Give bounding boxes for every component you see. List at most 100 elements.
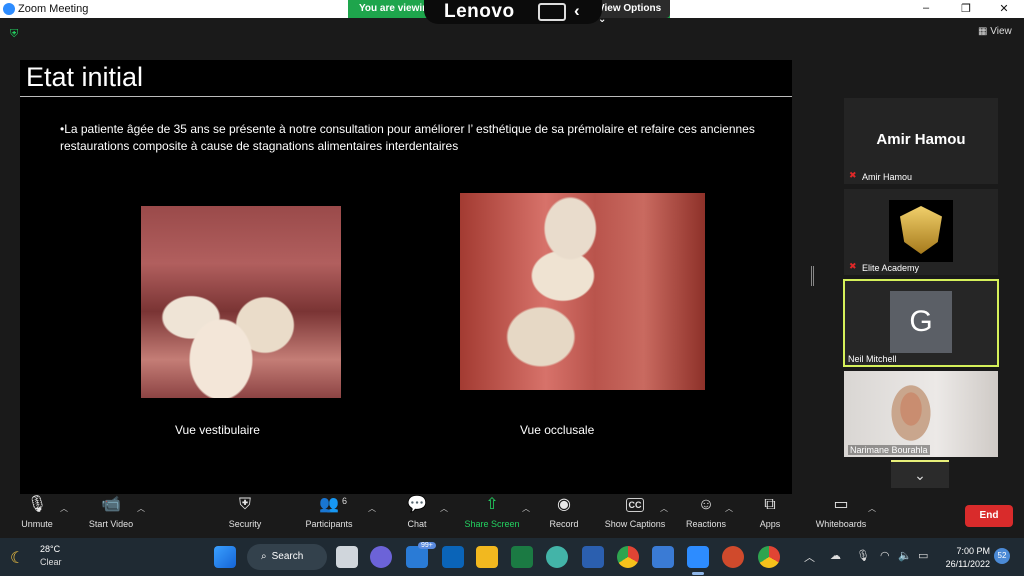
view-options-dropdown[interactable]: View Options ⌄ [596, 0, 670, 25]
chevron-up-icon[interactable]: ︿ [60, 503, 68, 514]
record-icon: ◉ [557, 496, 571, 513]
video-off-icon: 📹 [101, 496, 121, 513]
show-captions-label: Show Captions [604, 519, 666, 529]
chat-label: Chat [407, 519, 427, 529]
record-label: Record [549, 519, 579, 529]
apps-label: Apps [759, 519, 781, 529]
view-button[interactable]: ▦ View [978, 26, 1012, 37]
chevron-up-icon[interactable]: ︿ [660, 503, 668, 514]
share-screen-button[interactable]: ⇧ Share Screen [462, 494, 522, 529]
volume-icon[interactable]: 🔈 [898, 549, 912, 562]
weather-temperature: 28°C [40, 544, 61, 554]
participant-display-name: Amir Hamou [876, 131, 966, 148]
panel-resize-handle[interactable] [811, 266, 814, 286]
chevron-up-icon[interactable]: ︿ [725, 503, 733, 514]
screen-mode-icon[interactable] [538, 3, 566, 21]
chevron-up-icon[interactable]: ︿ [368, 503, 376, 514]
share-screen-label: Share Screen [464, 519, 520, 529]
end-meeting-button[interactable]: End [965, 505, 1013, 527]
chevron-up-icon[interactable]: ︿ [137, 503, 145, 514]
powerpoint-icon[interactable] [722, 546, 744, 568]
outlook-icon[interactable] [442, 546, 464, 568]
participant-tile-elite-academy[interactable]: ✖ Elite Academy [844, 189, 998, 275]
windows-taskbar: ☾ 28°C Clear ⌕ Search 99+ ︿ ☁ 🎙 ◠ 🔈 ▭ 7:0… [0, 538, 1024, 576]
chevron-up-icon[interactable]: ︿ [868, 503, 876, 514]
slide-bullet-text: •La patiente âgée de 35 ans se présente … [60, 122, 755, 153]
excel-icon[interactable] [511, 546, 533, 568]
chrome-profile-icon[interactable] [758, 546, 780, 568]
participant-tile-neil-mitchell[interactable]: G Neil Mitchell [843, 279, 999, 367]
chevron-up-icon[interactable]: ︿ [522, 503, 530, 514]
zoom-app-icon [3, 3, 15, 15]
mail-icon[interactable] [406, 546, 428, 568]
app-icon[interactable] [652, 546, 674, 568]
task-view-icon[interactable] [336, 546, 358, 568]
device-overlay-bar: Lenovo ‹ [424, 0, 602, 24]
security-button[interactable]: ⛨ Security [222, 494, 268, 529]
wifi-icon[interactable]: ◠ [880, 549, 890, 562]
mic-off-icon: 🎙 [26, 496, 48, 513]
reactions-button[interactable]: ☺ Reactions [682, 494, 730, 529]
unmute-button[interactable]: 🎙 Unmute [14, 494, 60, 529]
reactions-label: Reactions [685, 519, 727, 529]
teams-chat-icon[interactable] [370, 546, 392, 568]
cloud-icon[interactable]: ☁ [830, 549, 841, 562]
mic-muted-icon: ✖ [849, 170, 857, 180]
participant-name: Elite Academy [862, 263, 920, 273]
whiteboard-icon: ▭ [833, 496, 849, 513]
close-button[interactable]: ✕ [996, 2, 1012, 16]
back-icon[interactable]: ‹ [574, 1, 580, 21]
lenovo-logo: Lenovo [444, 1, 515, 22]
shared-screen-slide: Etat initial •La patiente âgée de 35 ans… [20, 60, 792, 494]
active-app-indicator [692, 572, 704, 575]
mic-muted-icon: ✖ [849, 261, 857, 271]
apps-icon: ⧉ [764, 496, 776, 513]
participant-tile-narimane-bourahla[interactable]: Narimane Bourahla [844, 371, 998, 457]
chevron-up-icon[interactable]: ︿ [440, 503, 448, 514]
security-shield-icon[interactable]: ⛨ [10, 28, 22, 40]
start-video-button[interactable]: 📹 Start Video [84, 494, 138, 529]
notification-badge[interactable]: 52 [994, 548, 1010, 564]
meeting-toolbar: 🎙 Unmute ︿ 📹 Start Video ︿ ⛨ Security 👥 … [0, 494, 1024, 538]
restore-button[interactable]: ❐ [958, 2, 974, 16]
mail-unread-badge: 99+ [418, 542, 436, 549]
record-button[interactable]: ◉ Record [545, 494, 583, 529]
unmute-label: Unmute [21, 519, 53, 529]
people-icon: 👥 [319, 496, 339, 513]
security-label: Security [228, 519, 262, 529]
chevron-down-icon[interactable]: ⌄ [891, 460, 949, 488]
chevron-up-icon[interactable]: ︿ [804, 549, 815, 565]
minimize-button[interactable]: – [918, 2, 934, 16]
participants-count: 6 [342, 496, 348, 506]
file-explorer-icon[interactable] [476, 546, 498, 568]
start-video-label: Start Video [88, 519, 134, 529]
microphone-icon[interactable]: 🎙 [856, 549, 870, 562]
whiteboards-label: Whiteboards [815, 519, 867, 529]
vestibular-view-photo [141, 206, 341, 398]
taskbar-search[interactable]: ⌕ Search [247, 544, 327, 570]
search-icon: ⌕ [261, 551, 267, 562]
caption-vestibular: Vue vestibulaire [175, 423, 260, 437]
moon-icon: ☾ [10, 550, 25, 567]
clock-date: 26/11/2022 [945, 559, 990, 569]
participant-tile-amir-hamou[interactable]: Amir Hamou ✖ Amir Hamou [844, 98, 998, 184]
windows-start-icon[interactable] [214, 546, 236, 568]
participant-name: Narimane Bourahla [848, 445, 930, 455]
captions-icon: CC [626, 498, 644, 512]
zoom-taskbar-icon[interactable] [687, 546, 709, 568]
shield-icon: ⛨ [238, 496, 251, 513]
search-label: Search [271, 551, 304, 562]
participants-button[interactable]: 👥 Participants [302, 494, 356, 529]
chat-button[interactable]: 💬 Chat [400, 494, 434, 529]
apps-button[interactable]: ⧉ Apps [754, 494, 786, 529]
whiteboards-button[interactable]: ▭ Whiteboards [810, 494, 872, 529]
chrome-icon[interactable] [617, 546, 639, 568]
battery-icon[interactable]: ▭ [918, 549, 928, 562]
avatar: G [890, 291, 952, 353]
share-screen-icon: ⇧ [485, 496, 499, 513]
view-label: View [990, 26, 1012, 37]
word-icon[interactable] [582, 546, 604, 568]
slide-divider [20, 96, 792, 97]
maps-icon[interactable] [546, 546, 568, 568]
taskbar-clock[interactable]: 7:00 PM 26/11/2022 [936, 545, 990, 571]
